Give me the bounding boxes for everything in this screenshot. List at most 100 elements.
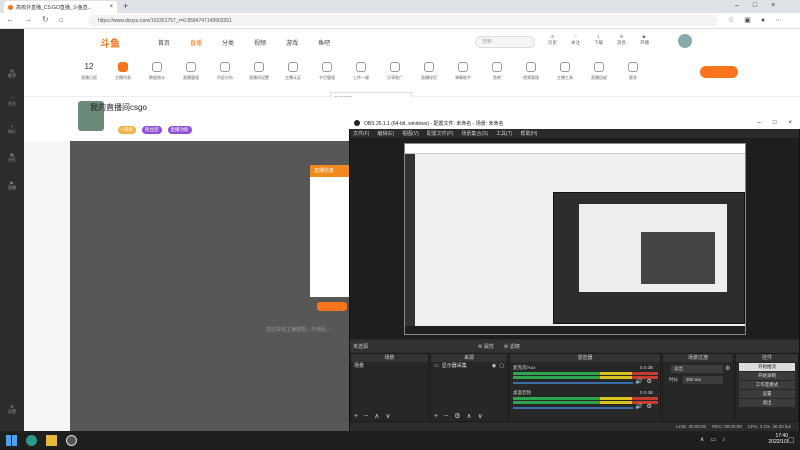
windows-start-icon[interactable] — [6, 435, 17, 446]
sidebar-item-settings[interactable]: ⚙ 设置 — [3, 404, 21, 415]
mic-mute-icon[interactable]: 🔊 — [635, 378, 642, 385]
studio-mode-button[interactable]: 工作室模式 — [739, 381, 795, 389]
category-item[interactable]: 直播管理 — [178, 62, 204, 81]
move-down-icon[interactable]: ∨ — [385, 412, 390, 420]
nav-video[interactable]: 视频 — [254, 38, 266, 47]
category-item[interactable]: 视频管理 — [518, 62, 544, 81]
nav-category[interactable]: 分类 — [222, 38, 234, 47]
history-link[interactable]: ◷ 历史 — [548, 34, 557, 46]
scene-item[interactable]: 场景 — [351, 362, 428, 371]
menu-help[interactable]: 帮助(H) — [520, 130, 537, 137]
broadcast-link[interactable]: ▶ 开播 — [640, 34, 649, 46]
category-item[interactable]: 直播回放 — [586, 62, 612, 81]
menu-edit[interactable]: 编辑(E) — [377, 130, 394, 137]
taskbar-clock[interactable]: 17:40 2022/1/3 — [748, 433, 788, 445]
obs-close-icon[interactable]: × — [788, 120, 792, 126]
close-window-icon[interactable]: × — [771, 2, 775, 9]
favorites-icon[interactable]: ☆ — [728, 16, 734, 24]
category-item[interactable]: 鱼吧 — [484, 62, 510, 81]
dialog-action-button[interactable] — [317, 302, 347, 311]
properties-button[interactable]: ⚙ 属性 — [478, 343, 494, 350]
settings-button[interactable]: 设置 — [739, 390, 795, 398]
site-logo[interactable]: 斗鱼 — [100, 35, 120, 50]
new-tab-button[interactable]: + — [123, 1, 128, 11]
sidebar-item-follow[interactable]: ♡ 关注 — [3, 96, 21, 107]
follow-link[interactable]: ♡ 关注 — [571, 34, 580, 46]
home-icon[interactable]: ⌂ — [59, 15, 64, 24]
volume-icon[interactable]: ♪ — [722, 437, 725, 443]
category-item[interactable]: 更多 — [620, 62, 646, 81]
nav-home[interactable]: 首页 — [158, 38, 170, 47]
add-source-icon[interactable]: + — [434, 413, 438, 420]
start-recording-button[interactable]: 开始录制 — [739, 372, 795, 380]
category-item[interactable]: 主播工具 — [552, 62, 578, 81]
nav-live[interactable]: 直播 — [190, 38, 202, 47]
category-item[interactable]: 直播伴侣 — [416, 62, 442, 81]
back-icon[interactable]: ← — [6, 15, 14, 24]
category-item[interactable]: 12 直播日程 — [76, 62, 102, 81]
category-item[interactable]: 上传一键 — [348, 62, 374, 81]
sidebar-item-category[interactable]: ▦ 分区 — [3, 152, 21, 163]
file-explorer-icon[interactable] — [46, 435, 57, 446]
category-item[interactable]: 内容分析 — [212, 62, 238, 81]
category-item[interactable]: 节目管理 — [314, 62, 340, 81]
close-tab-icon[interactable]: × — [109, 4, 113, 10]
obs-taskbar-icon[interactable] — [66, 435, 77, 446]
tray-chevron-icon[interactable]: ∧ — [700, 436, 704, 443]
desktop-settings-icon[interactable]: ⚙ — [646, 403, 651, 410]
address-bar[interactable]: https://www.douyu.com/102351757_r=0.8584… — [88, 15, 718, 26]
edge-browser-icon[interactable] — [26, 435, 37, 446]
profile-icon[interactable]: ● — [761, 17, 765, 24]
source-settings-icon[interactable]: ⚙ — [454, 412, 460, 420]
category-item[interactable]: 数据统计 — [144, 62, 170, 81]
nav-game[interactable]: 游戏 — [286, 38, 298, 47]
collections-icon[interactable]: ▣ — [744, 16, 751, 24]
menu-icon[interactable]: ⋯ — [775, 16, 782, 24]
forward-icon[interactable]: → — [24, 15, 32, 24]
source-up-icon[interactable]: ∧ — [466, 412, 471, 420]
category-item[interactable]: 主播列表 — [110, 62, 136, 81]
menu-view[interactable]: 视图(V) — [402, 130, 419, 137]
transition-settings-icon[interactable]: ⚙ — [725, 365, 730, 372]
add-scene-icon[interactable]: + — [354, 413, 358, 420]
browser-tab[interactable]: 高校外直播_CS:GO直播_斗鱼直... × — [4, 1, 117, 13]
notification-icon[interactable]: ▢ — [788, 436, 795, 444]
filters-button[interactable]: ⚙ 滤镜 — [504, 343, 520, 350]
site-search-input[interactable]: 搜索 — [475, 36, 535, 48]
sidebar-item-recommend[interactable]: ▤ 推荐 — [3, 68, 21, 79]
obs-minimize-icon[interactable]: – — [758, 120, 761, 126]
user-avatar[interactable] — [678, 34, 692, 48]
obs-maximize-icon[interactable]: □ — [773, 120, 777, 126]
transition-select[interactable]: 淡出 — [671, 365, 723, 373]
category-item[interactable]: 弹幕助手 — [450, 62, 476, 81]
message-link[interactable]: ✉ 消息 — [617, 34, 626, 46]
menu-scene-collection[interactable]: 场景集合(S) — [461, 130, 488, 137]
start-live-button[interactable] — [700, 66, 738, 78]
source-item[interactable]: ▭ 显示器采集 ◉ ▢ — [431, 362, 507, 371]
category-item[interactable]: 主播认证 — [280, 62, 306, 81]
menu-file[interactable]: 文件(F) — [353, 130, 369, 137]
minimize-icon[interactable]: – — [735, 2, 739, 9]
exit-button[interactable]: 退出 — [739, 399, 795, 407]
move-up-icon[interactable]: ∧ — [374, 412, 379, 420]
download-link[interactable]: ⇩ 下载 — [594, 34, 603, 46]
category-item[interactable]: 分享推广 — [382, 62, 408, 81]
maximize-icon[interactable]: □ — [753, 2, 757, 9]
lock-icon[interactable]: ▢ — [499, 362, 507, 371]
mic-volume-slider[interactable] — [513, 382, 633, 384]
network-icon[interactable]: ▭ — [710, 436, 716, 443]
menu-profile[interactable]: 配置文件(P) — [427, 130, 454, 137]
remove-source-icon[interactable]: − — [444, 413, 448, 420]
mic-settings-icon[interactable]: ⚙ — [646, 378, 651, 385]
menu-tools[interactable]: 工具(T) — [496, 130, 512, 137]
refresh-icon[interactable]: ↻ — [42, 15, 49, 24]
sidebar-item-rank[interactable]: ≡ 排行 — [3, 124, 21, 135]
category-item[interactable]: 直播间设置 — [246, 62, 272, 81]
sidebar-item-live[interactable]: ▶ 直播 — [3, 180, 21, 191]
start-streaming-button[interactable]: 开始推流 — [739, 363, 795, 371]
visibility-icon[interactable]: ◉ — [492, 362, 496, 371]
desktop-mute-icon[interactable]: 🔊 — [635, 403, 642, 410]
source-down-icon[interactable]: ∨ — [478, 412, 483, 420]
remove-scene-icon[interactable]: − — [364, 413, 368, 420]
nav-fishbar[interactable]: 鱼吧 — [318, 38, 330, 47]
